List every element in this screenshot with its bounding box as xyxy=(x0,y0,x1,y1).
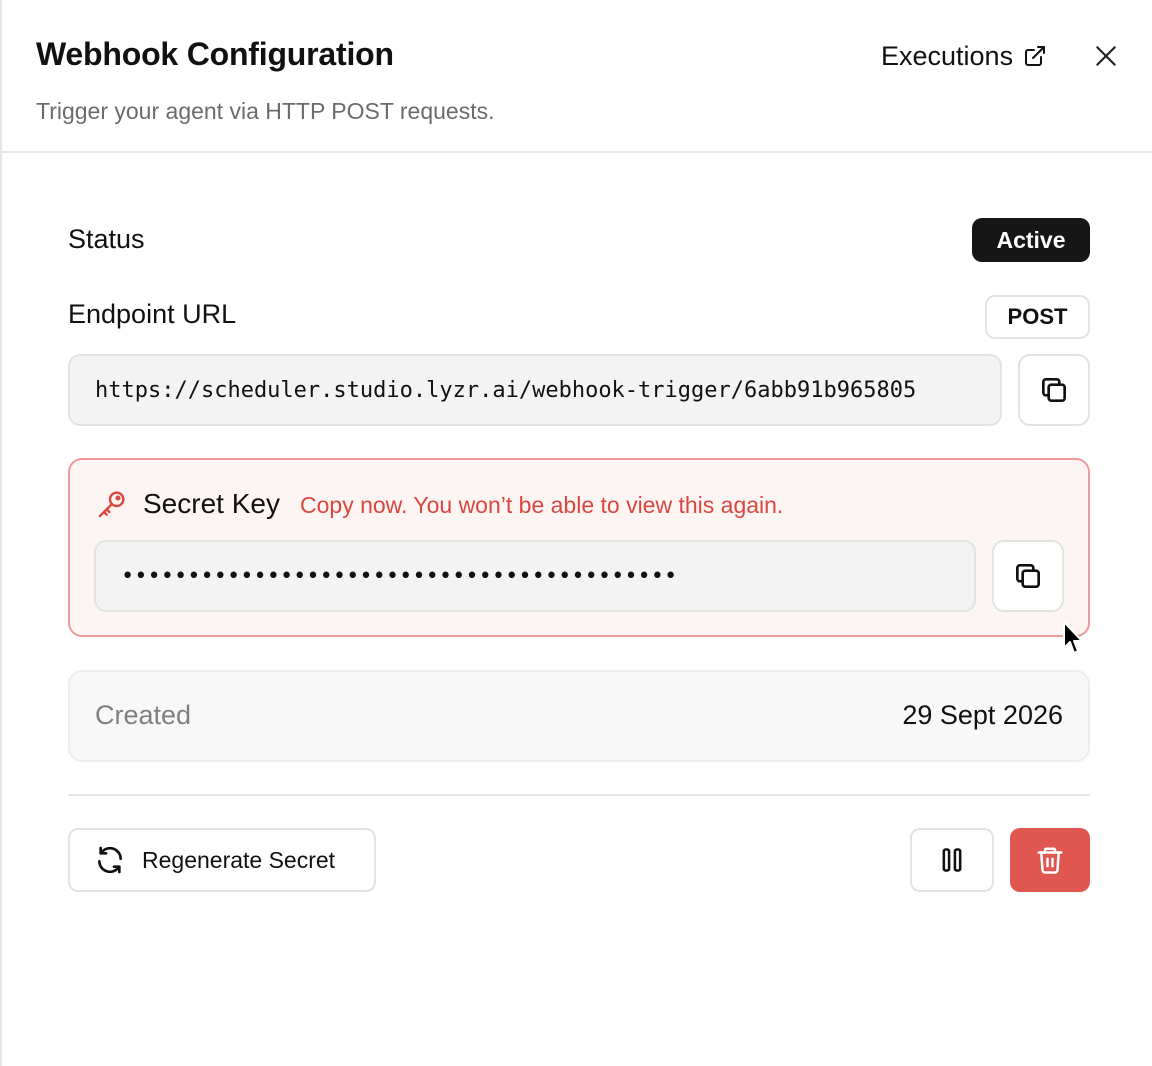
method-badge: POST xyxy=(985,295,1090,339)
secret-key-field[interactable]: ••••••••••••••••••••••••••••••••••••••••… xyxy=(94,540,976,612)
external-link-icon xyxy=(1025,46,1046,66)
created-label: Created xyxy=(95,700,192,730)
page-title: Webhook Configuration xyxy=(36,36,394,72)
status-badge: Active xyxy=(972,218,1090,262)
close-icon xyxy=(1096,46,1116,66)
created-info-box: Created 29 Sept 2026 xyxy=(68,670,1090,762)
mouse-cursor-icon xyxy=(1063,621,1083,654)
regenerate-secret-button[interactable]: Regenerate Secret xyxy=(68,828,376,892)
page-subtitle: Trigger your agent via HTTP POST request… xyxy=(36,98,495,124)
copy-url-button[interactable] xyxy=(1018,354,1090,426)
pause-button[interactable] xyxy=(910,828,994,892)
key-icon xyxy=(98,491,125,518)
status-label: Status xyxy=(68,224,145,254)
close-button[interactable] xyxy=(1090,40,1122,72)
refresh-icon xyxy=(98,846,122,874)
trash-icon xyxy=(1037,847,1063,874)
secret-key-title: Secret Key xyxy=(143,488,280,519)
created-date: 29 Sept 2026 xyxy=(902,700,1063,730)
copy-icon xyxy=(1042,378,1066,402)
webhook-config-panel: Webhook Configuration Trigger your agent… xyxy=(0,0,1152,1066)
secret-key-masked-value: ••••••••••••••••••••••••••••••••••••••••… xyxy=(121,563,678,589)
copy-secret-button[interactable] xyxy=(992,540,1064,612)
secret-warning-text: Copy now. You won’t be able to view this… xyxy=(300,492,784,518)
endpoint-url-field[interactable]: https://scheduler.studio.lyzr.ai/webhook… xyxy=(68,354,1002,426)
endpoint-url-value: https://scheduler.studio.lyzr.ai/webhook… xyxy=(95,377,917,403)
panel-header: Webhook Configuration Trigger your agent… xyxy=(2,0,1152,153)
executions-link[interactable]: Executions xyxy=(881,38,1047,74)
executions-label: Executions xyxy=(881,40,1014,71)
divider xyxy=(68,794,1090,796)
endpoint-url-label: Endpoint URL xyxy=(68,299,237,329)
delete-button[interactable] xyxy=(1010,828,1090,892)
pause-icon xyxy=(942,848,962,872)
secret-key-card: Secret Key Copy now. You won’t be able t… xyxy=(68,458,1090,637)
regenerate-secret-label: Regenerate Secret xyxy=(142,846,336,873)
copy-icon xyxy=(1016,564,1040,588)
